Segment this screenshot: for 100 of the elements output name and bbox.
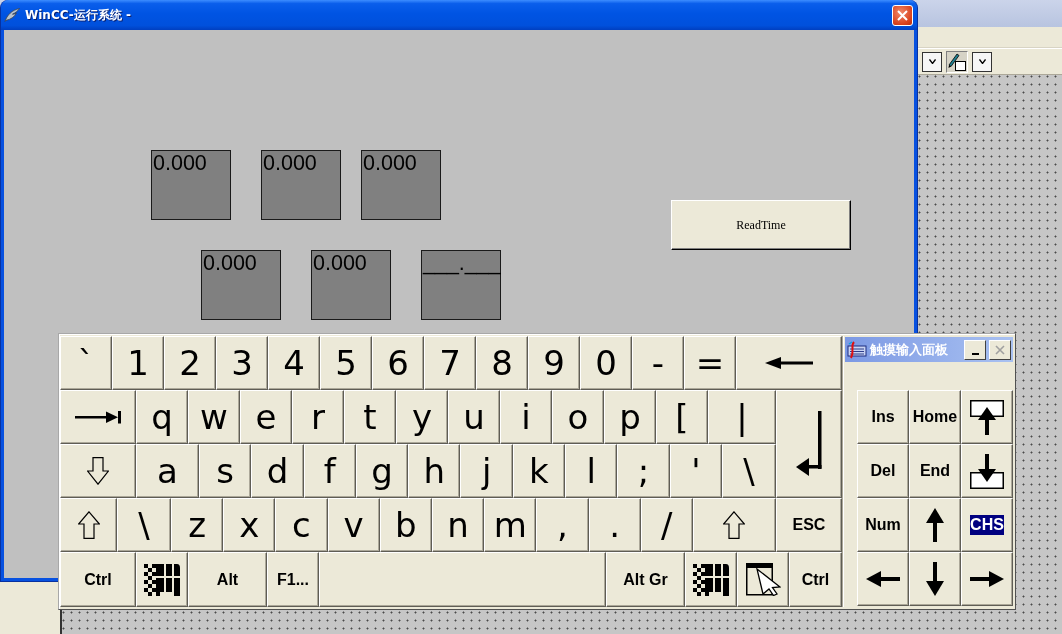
keyboard-key[interactable]: |	[708, 390, 776, 444]
keyboard-key[interactable]	[736, 336, 842, 390]
io-field[interactable]: 0.000	[361, 150, 441, 220]
keyboard-key[interactable]: `	[60, 336, 112, 390]
keyboard-key[interactable]	[909, 552, 961, 606]
keyboard-key[interactable]: t	[344, 390, 396, 444]
keyboard-key[interactable]: x	[223, 498, 276, 552]
keyboard-key[interactable]: l	[565, 444, 618, 498]
keyboard-key[interactable]	[737, 552, 789, 607]
keyboard-key[interactable]	[776, 390, 842, 498]
minimize-button[interactable]	[964, 339, 986, 360]
quill-icon	[4, 8, 20, 22]
keyboard-key[interactable]: 1	[112, 336, 164, 390]
keyboard-key[interactable]: Num	[857, 498, 909, 552]
arrow-down-box-icon	[970, 453, 1004, 489]
keyboard-key[interactable]: Alt Gr	[606, 552, 685, 607]
keyboard-key[interactable]: d	[251, 444, 304, 498]
keyboard-key[interactable]: Ctrl	[789, 552, 842, 607]
keyboard-key[interactable]: v	[327, 498, 380, 552]
keyboard-key[interactable]: \	[117, 498, 171, 552]
keyboard-key[interactable]	[961, 552, 1013, 606]
arrow-up-box-icon	[970, 399, 1004, 435]
keyboard-key[interactable]: ,	[536, 498, 589, 552]
dropdown-button[interactable]	[972, 51, 992, 72]
io-field[interactable]: 0.000	[151, 150, 231, 220]
keyboard-key[interactable]: z	[171, 498, 224, 552]
keyboard-key[interactable]: s	[199, 444, 252, 498]
pixel-flag-icon	[144, 563, 180, 596]
io-field[interactable]: 0.000	[261, 150, 341, 220]
close-icon	[995, 344, 1005, 355]
keyboard-key[interactable]: y	[396, 390, 448, 444]
dropdown-button[interactable]	[922, 51, 942, 72]
keyboard-key[interactable]: g	[355, 444, 409, 498]
keyboard-key[interactable]: .	[588, 498, 641, 552]
keyboard-key[interactable]: i	[500, 390, 552, 444]
keyboard-key[interactable]: '	[669, 444, 722, 498]
space-bar[interactable]	[319, 552, 606, 607]
keyboard-key[interactable]: k	[512, 444, 566, 498]
keyboard-key[interactable]: h	[408, 444, 461, 498]
keyboard-key[interactable]: 6	[372, 336, 424, 390]
keyboard-key[interactable]: n	[431, 498, 485, 552]
panel-title: 触摸输入面板	[870, 340, 949, 359]
keyboard-key[interactable]: 5	[320, 336, 372, 390]
keyboard-key[interactable]: Del	[857, 444, 909, 498]
keyboard-key[interactable]: q	[136, 390, 188, 444]
keyboard-key[interactable]: 0	[580, 336, 632, 390]
keyboard-key[interactable]: 2	[164, 336, 216, 390]
keyboard-key[interactable]: [	[656, 390, 708, 444]
io-field[interactable]: 0.000	[201, 250, 281, 320]
keyboard-key[interactable]: m	[484, 498, 537, 552]
window-pointer-icon	[745, 563, 781, 596]
keyboard-key[interactable]: o	[552, 390, 604, 444]
keyboard-key[interactable]: 7	[424, 336, 476, 390]
io-field[interactable]: ___.___	[421, 250, 501, 320]
keyboard-key[interactable]: a	[136, 444, 199, 498]
keyboard-key[interactable]: /	[640, 498, 693, 552]
toolbar-button[interactable]	[946, 50, 968, 73]
keyboard-key[interactable]	[685, 552, 737, 607]
keyboard-key[interactable]	[60, 498, 117, 552]
read-button[interactable]: ReadTime	[671, 200, 851, 250]
close-button[interactable]	[892, 4, 913, 26]
keyboard-key[interactable]	[692, 498, 776, 552]
keyboard-key[interactable]: Alt	[188, 552, 267, 607]
keyboard-key[interactable]: e	[240, 390, 292, 444]
keyboard-key[interactable]: 3	[216, 336, 268, 390]
keyboard-key[interactable]: =	[684, 336, 736, 390]
keyboard-key[interactable]: r	[292, 390, 344, 444]
keyboard-key[interactable]: u	[448, 390, 500, 444]
close-icon	[897, 9, 908, 21]
window-title: WinCC-运行系统 -	[25, 6, 132, 24]
keyboard-key[interactable]: j	[460, 444, 513, 498]
left-arrow-icon	[866, 571, 900, 587]
keyboard-key[interactable]: b	[379, 498, 432, 552]
keyboard-key[interactable]: 9	[528, 336, 580, 390]
keyboard-key[interactable]: 8	[476, 336, 528, 390]
keyboard-key[interactable]: f	[303, 444, 356, 498]
keyboard-key[interactable]: F1...	[267, 552, 319, 607]
keyboard-key[interactable]	[136, 552, 188, 607]
keyboard-key[interactable]	[60, 390, 136, 444]
keyboard-key[interactable]	[857, 552, 909, 606]
keyboard-key[interactable]: Home	[909, 390, 961, 444]
keyboard-key[interactable]: ESC	[775, 498, 842, 552]
io-field[interactable]: 0.000	[311, 250, 391, 320]
keyboard-key[interactable]: p	[604, 390, 656, 444]
keyboard-key[interactable]: Ctrl	[60, 552, 136, 607]
keyboard-key[interactable]: ;	[617, 444, 670, 498]
keyboard-key[interactable]: -	[632, 336, 684, 390]
keyboard-key[interactable]: Ins	[857, 390, 909, 444]
keyboard-key[interactable]	[60, 444, 136, 498]
right-arrow-icon	[970, 571, 1004, 587]
keyboard-key[interactable]: \	[721, 444, 776, 498]
hollow-up-arrow-icon	[723, 511, 746, 539]
keyboard-key[interactable]: CHS	[961, 498, 1013, 552]
keyboard-key[interactable]	[961, 390, 1013, 444]
keyboard-key[interactable]	[961, 444, 1013, 498]
keyboard-key[interactable]: 4	[268, 336, 320, 390]
keyboard-key[interactable]	[909, 498, 961, 552]
keyboard-key[interactable]: End	[909, 444, 961, 498]
keyboard-key[interactable]: w	[188, 390, 240, 444]
keyboard-key[interactable]: c	[275, 498, 328, 552]
